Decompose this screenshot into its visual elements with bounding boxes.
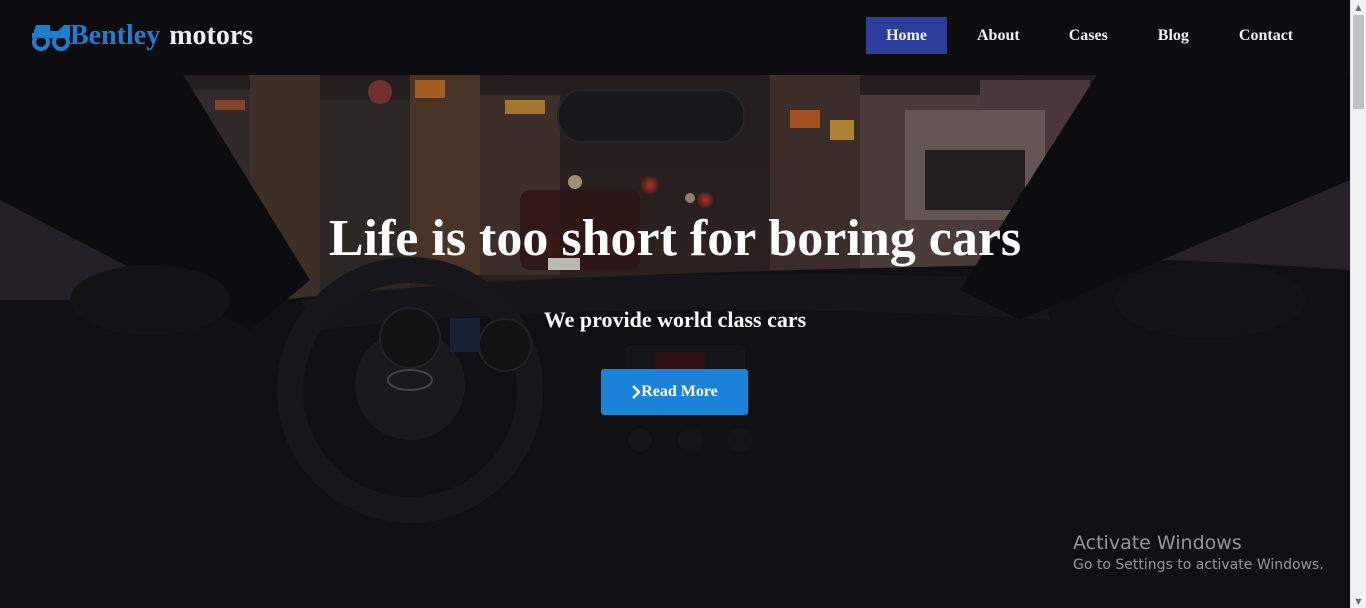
scroll-down-arrow-icon[interactable]: ▼	[1351, 594, 1366, 608]
page: Bentley motors Home About Cases Blog Con…	[0, 0, 1366, 608]
navbar: Bentley motors Home About Cases Blog Con…	[0, 0, 1350, 70]
read-more-label: Read More	[641, 383, 718, 400]
hero-dark-overlay	[0, 0, 1350, 608]
brand-logo[interactable]: Bentley motors	[30, 18, 253, 54]
truck-icon	[30, 21, 72, 51]
nav-item-about[interactable]: About	[957, 17, 1040, 54]
page-scrollbar[interactable]: ▲ ▼	[1350, 0, 1366, 608]
activate-windows-subtitle: Go to Settings to activate Windows.	[1073, 557, 1324, 573]
read-more-button[interactable]: Read More	[601, 369, 748, 415]
nav-item-home[interactable]: Home	[866, 17, 947, 54]
hero-background-image	[0, 0, 1350, 608]
hero-subtitle: We provide world class cars	[543, 307, 807, 332]
activate-windows-title: Activate Windows	[1073, 532, 1242, 554]
nav-item-blog[interactable]: Blog	[1138, 17, 1209, 54]
main-nav: Home About Cases Blog Contact	[866, 17, 1313, 54]
scroll-up-arrow-icon[interactable]: ▲	[1351, 0, 1366, 14]
activate-windows-watermark: Activate Windows Go to Settings to activ…	[1073, 531, 1324, 575]
brand-name-second: motors	[169, 20, 254, 51]
hero-title: Life is too short for boring cars	[328, 210, 1022, 267]
nav-item-contact[interactable]: Contact	[1219, 17, 1313, 54]
nav-item-cases[interactable]: Cases	[1049, 17, 1128, 54]
chevron-right-icon	[631, 385, 641, 399]
scrollbar-thumb[interactable]	[1353, 15, 1364, 109]
brand-name-first: Bentley	[70, 20, 161, 51]
